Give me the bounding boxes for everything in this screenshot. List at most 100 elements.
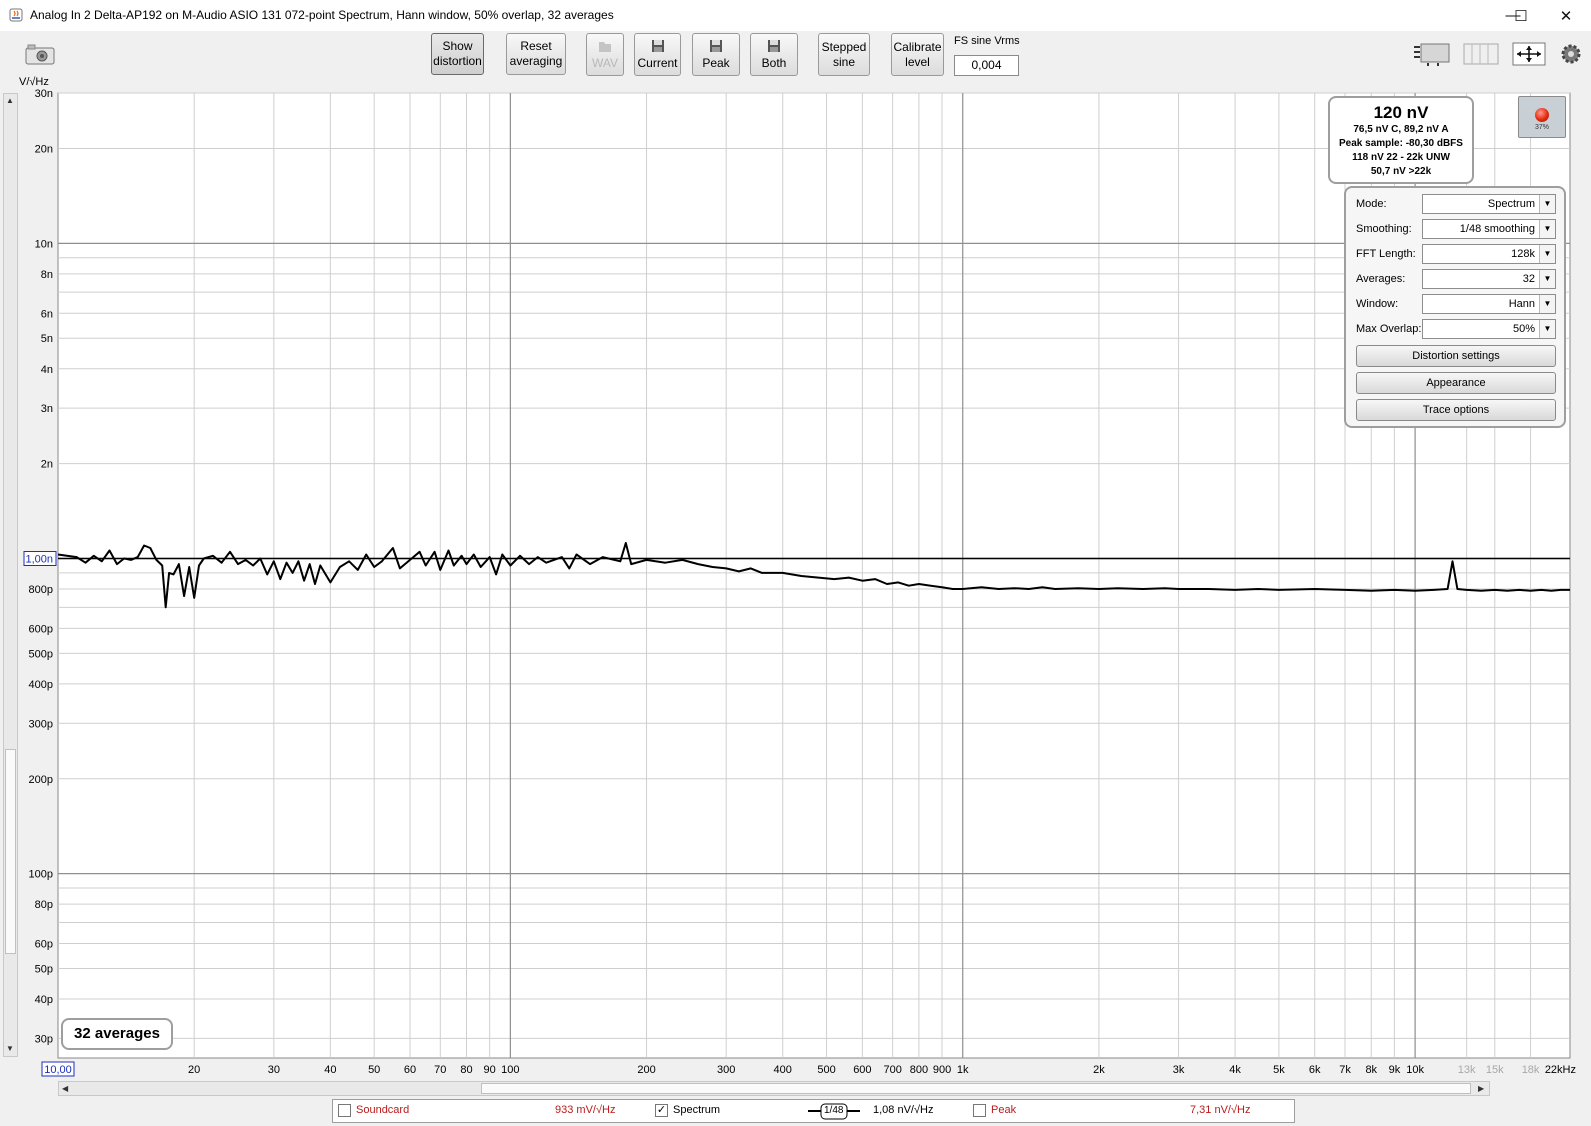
spectrum-value: 1,08 nV/√Hz bbox=[873, 1104, 934, 1116]
x-tick-label: 70 bbox=[434, 1064, 446, 1076]
y-tick-label: 40p bbox=[35, 994, 53, 1006]
max-overlap-row: Max Overlap: 50% ▼ bbox=[1356, 319, 1556, 339]
x-tick-label: 600 bbox=[853, 1064, 871, 1076]
window-value: Hann bbox=[1508, 298, 1535, 310]
x-tick-label: 6k bbox=[1309, 1064, 1321, 1076]
trace-options-button[interactable]: Trace options bbox=[1356, 399, 1556, 421]
readout-unweighted: 118 nV 22 - 22k UNW bbox=[1352, 152, 1450, 163]
level-readout: 120 nV 76,5 nV C, 89,2 nV A Peak sample:… bbox=[1328, 96, 1474, 184]
fft-length-select[interactable]: 128k ▼ bbox=[1422, 244, 1556, 264]
y-tick-label: 2n bbox=[41, 459, 53, 471]
y-tick-label: 300p bbox=[29, 718, 53, 730]
y-tick-label: 60p bbox=[35, 939, 53, 951]
fft-length-label: FFT Length: bbox=[1356, 248, 1416, 260]
settings-panel: Mode: Spectrum ▼ Smoothing: 1/48 smoothin… bbox=[1344, 186, 1566, 428]
window-select[interactable]: Hann ▼ bbox=[1422, 294, 1556, 314]
fft-length-row: FFT Length: 128k ▼ bbox=[1356, 244, 1556, 264]
y-tick-label: 4n bbox=[41, 364, 53, 376]
readout-peak-sample: Peak sample: -80,30 dBFS bbox=[1339, 138, 1463, 149]
soundcard-value: 933 mV/√Hz bbox=[555, 1104, 616, 1116]
smoothing-label: Smoothing: bbox=[1356, 223, 1412, 235]
chevron-down-icon[interactable]: ▼ bbox=[1539, 245, 1555, 263]
x-tick-label: 500 bbox=[817, 1064, 835, 1076]
readout-weighted: 76,5 nV C, 89,2 nV A bbox=[1353, 124, 1449, 135]
y-tick-label: 500p bbox=[29, 648, 53, 660]
y-tick-label: 5n bbox=[41, 333, 53, 345]
x-tick-label: 100 bbox=[501, 1064, 519, 1076]
scroll-right-icon[interactable]: ▶ bbox=[1478, 1084, 1484, 1093]
averages-value: 32 bbox=[1522, 273, 1535, 285]
y-tick-label: 1,00n bbox=[25, 553, 53, 565]
x-tick-label: 10k bbox=[1406, 1064, 1424, 1076]
chevron-down-icon[interactable]: ▼ bbox=[1539, 320, 1555, 338]
x-tick-label: 50 bbox=[368, 1064, 380, 1076]
x-tick-label: 7k bbox=[1339, 1064, 1351, 1076]
y-tick-label: 600p bbox=[29, 623, 53, 635]
readout-main: 120 nV bbox=[1373, 103, 1429, 122]
y-tick-label: 8n bbox=[41, 269, 53, 281]
x-tick-label: 30 bbox=[268, 1064, 280, 1076]
readout-above-22k: 50,7 nV >22k bbox=[1370, 166, 1432, 177]
y-tick-label: 6n bbox=[41, 308, 53, 320]
smoothing-select[interactable]: 1/48 smoothing ▼ bbox=[1422, 219, 1556, 239]
window-label: Window: bbox=[1356, 298, 1399, 310]
chevron-down-icon[interactable]: ▼ bbox=[1539, 270, 1555, 288]
averages-badge: 32 averages bbox=[61, 1018, 173, 1050]
y-tick-label: 200p bbox=[29, 774, 53, 786]
x-tick-label: 300 bbox=[717, 1064, 735, 1076]
averages-select[interactable]: 32 ▼ bbox=[1422, 269, 1556, 289]
peak-label: Peak bbox=[991, 1104, 1017, 1116]
mode-row: Mode: Spectrum ▼ bbox=[1356, 194, 1556, 214]
soundcard-checkbox[interactable] bbox=[338, 1104, 351, 1117]
averages-row: Averages: 32 ▼ bbox=[1356, 269, 1556, 289]
y-tick-label: 30n bbox=[35, 88, 53, 100]
x-tick-label: 700 bbox=[883, 1064, 901, 1076]
spectrum-label: Spectrum bbox=[673, 1104, 721, 1116]
mode-label: Mode: bbox=[1356, 198, 1387, 210]
x-tick-label: 1k bbox=[957, 1064, 969, 1076]
x-tick-label: 3k bbox=[1173, 1064, 1185, 1076]
scroll-left-icon[interactable]: ◀ bbox=[62, 1084, 68, 1093]
chevron-down-icon[interactable]: ▼ bbox=[1539, 195, 1555, 213]
y-tick-label: 400p bbox=[29, 679, 53, 691]
smoothing-tag: 1/48 bbox=[824, 1105, 844, 1116]
x-tick-label: 9k bbox=[1389, 1064, 1401, 1076]
mode-select[interactable]: Spectrum ▼ bbox=[1422, 194, 1556, 214]
horizontal-scroll-thumb[interactable] bbox=[481, 1083, 1471, 1094]
record-icon bbox=[1535, 108, 1549, 122]
x-tick-label: 13k bbox=[1458, 1064, 1476, 1076]
horizontal-scrollbar[interactable]: ◀ ▶ bbox=[58, 1081, 1490, 1096]
y-tick-label: 30p bbox=[35, 1033, 53, 1045]
mode-value: Spectrum bbox=[1487, 198, 1535, 210]
smoothing-row: Smoothing: 1/48 smoothing ▼ bbox=[1356, 219, 1556, 239]
averages-label: Averages: bbox=[1356, 273, 1406, 285]
x-tick-label: 10,00 bbox=[44, 1064, 72, 1076]
check-icon: ✓ bbox=[656, 1104, 667, 1116]
max-overlap-select[interactable]: 50% ▼ bbox=[1422, 319, 1556, 339]
fft-length-value: 128k bbox=[1511, 248, 1535, 260]
x-tick-label: 20 bbox=[188, 1064, 200, 1076]
x-tick-label: 400 bbox=[774, 1064, 792, 1076]
x-tick-label: 15k bbox=[1486, 1064, 1504, 1076]
window-row: Window: Hann ▼ bbox=[1356, 294, 1556, 314]
x-tick-label: 800 bbox=[910, 1064, 928, 1076]
trace-legend: Soundcard 933 mV/√Hz ✓ Spectrum 1/48 1,0… bbox=[332, 1099, 1295, 1123]
distortion-settings-button[interactable]: Distortion settings bbox=[1356, 345, 1556, 367]
x-tick-label: 900 bbox=[933, 1064, 951, 1076]
chevron-down-icon[interactable]: ▼ bbox=[1539, 295, 1555, 313]
peak-checkbox[interactable] bbox=[973, 1104, 986, 1117]
soundcard-label: Soundcard bbox=[356, 1104, 410, 1116]
max-overlap-label: Max Overlap: bbox=[1356, 323, 1422, 335]
appearance-button[interactable]: Appearance bbox=[1356, 372, 1556, 394]
y-tick-label: 800p bbox=[29, 584, 53, 596]
max-overlap-value: 50% bbox=[1512, 323, 1535, 335]
x-tick-label: 5k bbox=[1273, 1064, 1285, 1076]
x-tick-label: 18k bbox=[1522, 1064, 1540, 1076]
spectrum-checkbox[interactable]: ✓ bbox=[655, 1104, 668, 1117]
x-tick-label: 60 bbox=[404, 1064, 416, 1076]
record-button[interactable]: 37% bbox=[1518, 96, 1566, 138]
y-tick-label: 10n bbox=[35, 238, 53, 250]
x-tick-label: 40 bbox=[324, 1064, 336, 1076]
y-tick-label: 20n bbox=[35, 143, 53, 155]
chevron-down-icon[interactable]: ▼ bbox=[1539, 220, 1555, 238]
